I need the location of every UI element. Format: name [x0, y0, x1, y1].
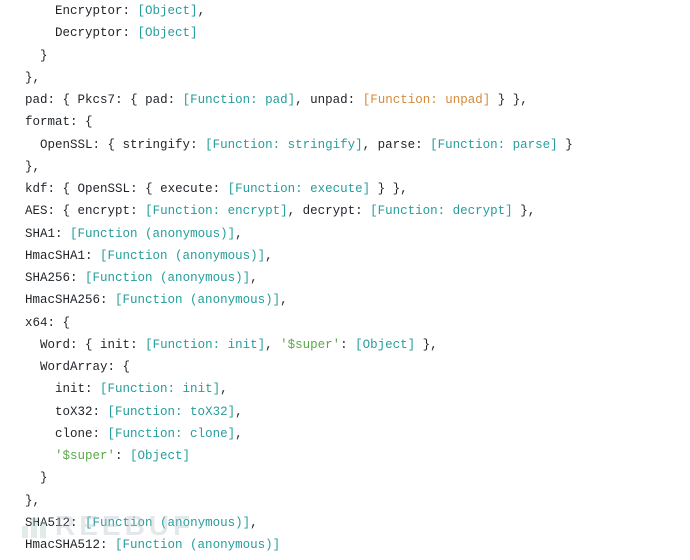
- key-kdf: kdf: [25, 182, 48, 196]
- line: }: [10, 471, 48, 485]
- key-decryptor: Decryptor: [55, 26, 123, 40]
- key-encryptor: Encryptor: [55, 4, 123, 18]
- line: clone: [Function: clone],: [10, 427, 243, 441]
- key-openssl: OpenSSL: [40, 138, 93, 152]
- val-fanon: [Function (anonymous)]: [115, 538, 280, 552]
- line: x64: {: [10, 316, 70, 330]
- val-fanon: [Function (anonymous)]: [115, 293, 280, 307]
- key-wordarray: WordArray: [40, 360, 108, 374]
- val-fanon: [Function (anonymous)]: [70, 227, 235, 241]
- line: toX32: [Function: toX32],: [10, 405, 243, 419]
- line: WordArray: {: [10, 360, 130, 374]
- line: },: [10, 494, 40, 508]
- key-super: '$super': [280, 338, 340, 352]
- key-sha256: SHA256: [25, 271, 70, 285]
- val-object: [Object]: [138, 26, 198, 40]
- line: HmacSHA1: [Function (anonymous)],: [10, 249, 273, 263]
- key-stringify: stringify: [123, 138, 191, 152]
- line: },: [10, 160, 40, 174]
- key-pkcs7: Pkcs7: [78, 93, 116, 107]
- key-hmacsha1: HmacSHA1: [25, 249, 85, 263]
- line: Word: { init: [Function: init], '$super'…: [10, 338, 438, 352]
- line: SHA256: [Function (anonymous)],: [10, 271, 258, 285]
- val-fencrypt: [Function: encrypt]: [145, 204, 288, 218]
- val-fexecute: [Function: execute]: [228, 182, 371, 196]
- key-word: Word: [40, 338, 70, 352]
- val-object: [Object]: [130, 449, 190, 463]
- key-execute: execute: [160, 182, 213, 196]
- line: '$super': [Object]: [10, 449, 190, 463]
- line: SHA1: [Function (anonymous)],: [10, 227, 243, 241]
- key-aes: AES: [25, 204, 48, 218]
- key-unpad: unpad: [310, 93, 348, 107]
- key-pad: pad: [25, 93, 48, 107]
- val-fanon: [Function (anonymous)]: [85, 516, 250, 530]
- val-fclone: [Function: clone]: [108, 427, 236, 441]
- key-clone: clone: [55, 427, 93, 441]
- key-hmacsha256: HmacSHA256: [25, 293, 100, 307]
- val-finit: [Function: init]: [100, 382, 220, 396]
- val-fparse: [Function: parse]: [430, 138, 558, 152]
- key-sha512: SHA512: [25, 516, 70, 530]
- line: format: {: [10, 115, 93, 129]
- val-object: [Object]: [355, 338, 415, 352]
- val-fdecrypt: [Function: decrypt]: [370, 204, 513, 218]
- line: }: [10, 49, 48, 63]
- val-fpad: [Function: pad]: [183, 93, 296, 107]
- key-init: init: [55, 382, 85, 396]
- line: HmacSHA512: [Function (anonymous)]: [10, 538, 280, 552]
- val-fanon: [Function (anonymous)]: [85, 271, 250, 285]
- key-tox32: toX32: [55, 405, 93, 419]
- val-fstringify: [Function: stringify]: [205, 138, 363, 152]
- line: AES: { encrypt: [Function: encrypt], dec…: [10, 204, 535, 218]
- val-ftox32: [Function: toX32]: [108, 405, 236, 419]
- key-hmacsha512: HmacSHA512: [25, 538, 100, 552]
- line: init: [Function: init],: [10, 382, 228, 396]
- line: kdf: { OpenSSL: { execute: [Function: ex…: [10, 182, 408, 196]
- key-encrypt: encrypt: [78, 204, 131, 218]
- key-pad-inner: pad: [145, 93, 168, 107]
- line: Encryptor: [Object],: [10, 4, 205, 18]
- line: pad: { Pkcs7: { pad: [Function: pad], un…: [10, 93, 528, 107]
- line: },: [10, 71, 40, 85]
- key-openssl: OpenSSL: [78, 182, 131, 196]
- line: HmacSHA256: [Function (anonymous)],: [10, 293, 288, 307]
- val-fanon: [Function (anonymous)]: [100, 249, 265, 263]
- val-funpad: [Function: unpad]: [363, 93, 491, 107]
- line: OpenSSL: { stringify: [Function: stringi…: [10, 138, 573, 152]
- val-finit: [Function: init]: [145, 338, 265, 352]
- line: SHA512: [Function (anonymous)],: [10, 516, 258, 530]
- code-block: Encryptor: [Object], Decryptor: [Object]…: [0, 0, 690, 560]
- key-format: format: [25, 115, 70, 129]
- val-object: [Object]: [138, 4, 198, 18]
- key-init: init: [100, 338, 130, 352]
- key-super: '$super': [55, 449, 115, 463]
- key-parse: parse: [378, 138, 416, 152]
- key-sha1: SHA1: [25, 227, 55, 241]
- key-decrypt: decrypt: [303, 204, 356, 218]
- line: Decryptor: [Object]: [10, 26, 198, 40]
- key-x64: x64: [25, 316, 48, 330]
